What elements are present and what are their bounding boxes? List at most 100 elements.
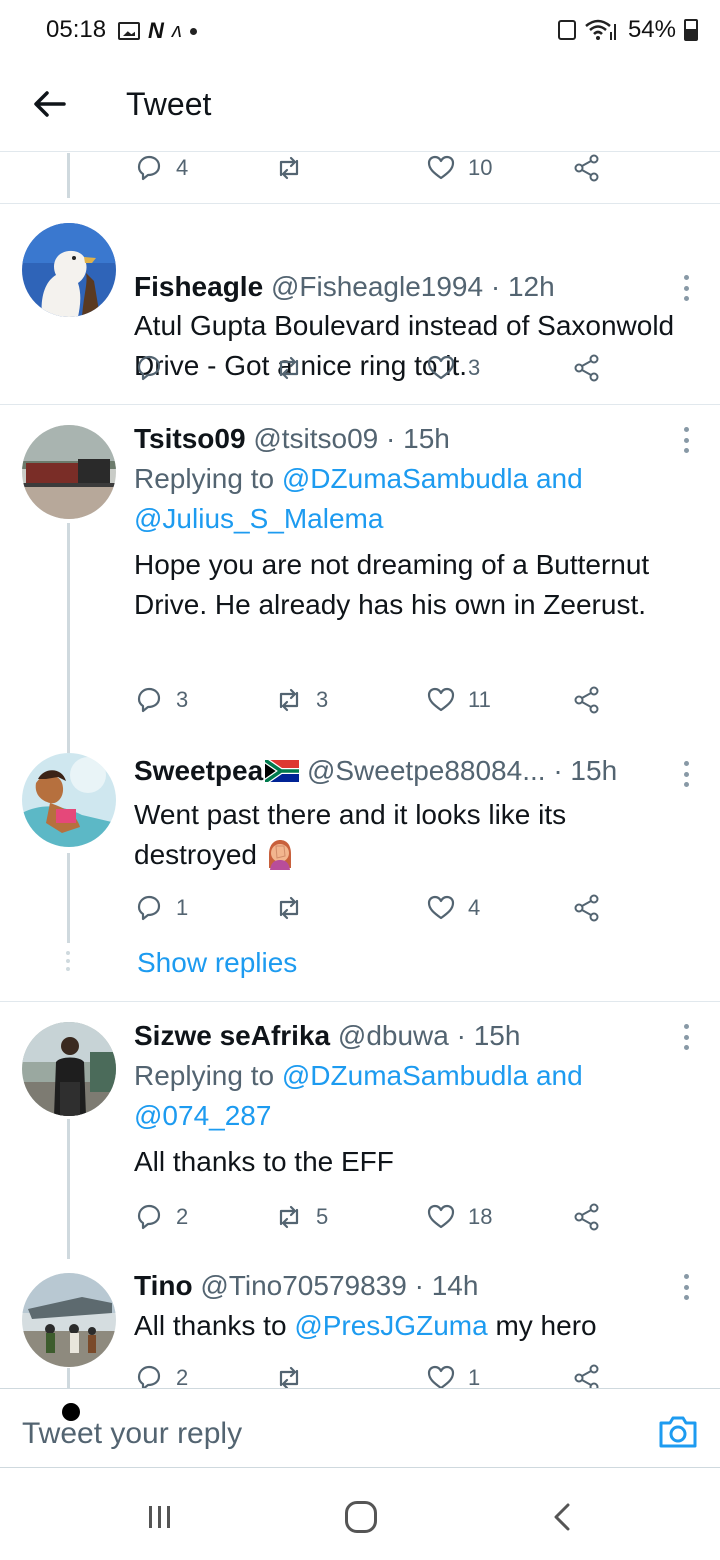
retweet-icon <box>279 356 299 380</box>
more-options-icon[interactable] <box>684 275 690 301</box>
sizwe-avatar-image <box>22 1022 116 1116</box>
reply-icon <box>137 895 161 921</box>
more-options-icon[interactable] <box>684 761 690 787</box>
retweet-icon <box>279 156 299 180</box>
like-count: 4 <box>468 895 481 920</box>
share-button[interactable] <box>572 685 602 715</box>
reply-button[interactable] <box>134 353 176 383</box>
heart-icon <box>427 355 455 380</box>
tweet-feed[interactable]: 4 10 Fisheagle @Fisheagle1994 · 12h Atul… <box>0 153 720 1388</box>
tweet-actions: 2 1 <box>134 1363 614 1388</box>
tweet-text-content: Went past there and it looks like its de… <box>134 799 567 870</box>
reply-button[interactable]: 1 <box>134 893 188 923</box>
reply-icon <box>137 1204 161 1230</box>
retweet-button[interactable]: 3 <box>274 685 328 715</box>
facepalm-emoji-icon <box>268 840 291 870</box>
notification-icons: N ᴧ <box>118 18 197 44</box>
author-name[interactable]: Sizwe seAfrika <box>134 1020 330 1051</box>
more-options-icon[interactable] <box>684 427 690 453</box>
like-button[interactable]: 3 <box>426 353 480 383</box>
share-button[interactable] <box>572 1202 602 1232</box>
mention-link[interactable]: @Julius_S_Malema <box>134 503 383 534</box>
author-name[interactable]: Tsitso09 <box>134 423 246 454</box>
like-button[interactable]: 10 <box>426 153 492 183</box>
author-handle: @Tino70579839 · 14h <box>200 1270 479 1301</box>
mention-link[interactable]: @PresJGZuma <box>294 1310 487 1341</box>
train-avatar-image <box>22 425 116 519</box>
reply-button[interactable]: 4 <box>134 153 188 183</box>
retweet-button[interactable] <box>274 893 316 923</box>
tweet-author-line: Tino @Tino70579839 · 14h <box>134 1270 478 1302</box>
retweet-button[interactable] <box>274 153 316 183</box>
like-button[interactable]: 4 <box>426 893 480 923</box>
share-button[interactable] <box>572 353 602 383</box>
share-button[interactable] <box>572 1363 602 1388</box>
mention-link[interactable]: @DZumaSambudla and <box>282 1060 583 1091</box>
fisheagle-avatar-image <box>22 223 116 317</box>
share-icon <box>574 1364 599 1388</box>
avatar[interactable] <box>22 753 116 847</box>
reply-count: 4 <box>176 155 189 180</box>
app-notification-icon: ᴧ <box>171 19 182 42</box>
author-handle: @Fisheagle1994 · 12h <box>270 271 555 302</box>
share-button[interactable] <box>572 153 602 183</box>
author-name[interactable]: Tino <box>134 1270 193 1301</box>
like-count: 18 <box>468 1204 493 1229</box>
reply-icon <box>137 355 161 381</box>
more-options-icon[interactable] <box>684 1024 690 1050</box>
replying-to: Replying to @DZumaSambudla and @074_287 <box>134 1056 694 1136</box>
tino-avatar-image <box>22 1273 116 1367</box>
like-button[interactable]: 11 <box>426 685 491 715</box>
reply-button[interactable]: 3 <box>134 685 188 715</box>
thread-line <box>67 853 70 943</box>
author-handle: @Sweetpe88084... · 15h <box>306 755 618 786</box>
share-button[interactable] <box>572 893 602 923</box>
wifi-icon <box>585 19 616 40</box>
page-title: Tweet <box>126 86 212 122</box>
tweet-author-line: Sizwe seAfrika @dbuwa · 15h <box>134 1020 520 1052</box>
author-name-text: Sweetpea <box>134 755 264 786</box>
tweet-text: All thanks to @PresJGZuma my hero <box>134 1306 694 1346</box>
more-options-icon[interactable] <box>684 1274 690 1300</box>
back-arrow-icon[interactable] <box>30 84 70 124</box>
mention-link[interactable]: @DZumaSambudla and <box>282 463 583 494</box>
avatar[interactable] <box>22 223 116 317</box>
tweet-author-line: Fisheagle @Fisheagle1994 · 12h <box>134 271 555 303</box>
share-icon <box>574 154 599 182</box>
reply-button[interactable]: 2 <box>134 1363 188 1388</box>
retweet-button[interactable] <box>274 353 316 383</box>
tweet-actions: 3 3 11 <box>134 685 614 717</box>
tweet-text: Went past there and it looks like its de… <box>134 795 694 875</box>
gallery-icon <box>118 22 140 40</box>
retweet-button[interactable] <box>274 1363 316 1388</box>
thread-line <box>67 153 70 198</box>
author-name[interactable]: Sweetpea <box>134 755 300 786</box>
retweet-button[interactable]: 5 <box>274 1202 328 1232</box>
mention-link[interactable]: @074_287 <box>134 1100 271 1131</box>
reply-icon <box>137 155 161 181</box>
retweet-icon <box>279 688 299 712</box>
sweetpea-avatar-image <box>22 753 116 847</box>
like-button[interactable]: 18 <box>426 1202 492 1232</box>
retweet-icon <box>279 1205 299 1229</box>
more-notifications-icon <box>189 27 197 35</box>
like-count: 1 <box>468 1365 481 1388</box>
retweet-icon <box>279 896 299 920</box>
reply-input[interactable]: Tweet your reply <box>22 1417 242 1451</box>
show-replies-link[interactable]: Show replies <box>137 947 297 979</box>
author-name[interactable]: Fisheagle <box>134 271 263 302</box>
avatar[interactable] <box>22 1022 116 1116</box>
reply-count: 3 <box>176 687 189 712</box>
nav-back-icon[interactable] <box>548 1502 576 1532</box>
share-icon <box>574 354 599 382</box>
avatar[interactable] <box>22 1273 116 1367</box>
like-button[interactable]: 1 <box>426 1363 480 1388</box>
replying-to: Replying to @DZumaSambudla and @Julius_S… <box>134 459 694 539</box>
reply-count: 2 <box>176 1365 189 1388</box>
reply-composer[interactable]: Tweet your reply <box>0 1388 720 1468</box>
camera-icon[interactable] <box>658 1414 698 1450</box>
avatar[interactable] <box>22 425 116 519</box>
reply-button[interactable]: 2 <box>134 1202 188 1232</box>
home-button[interactable] <box>345 1501 377 1533</box>
recent-apps-icon[interactable] <box>146 1504 174 1530</box>
